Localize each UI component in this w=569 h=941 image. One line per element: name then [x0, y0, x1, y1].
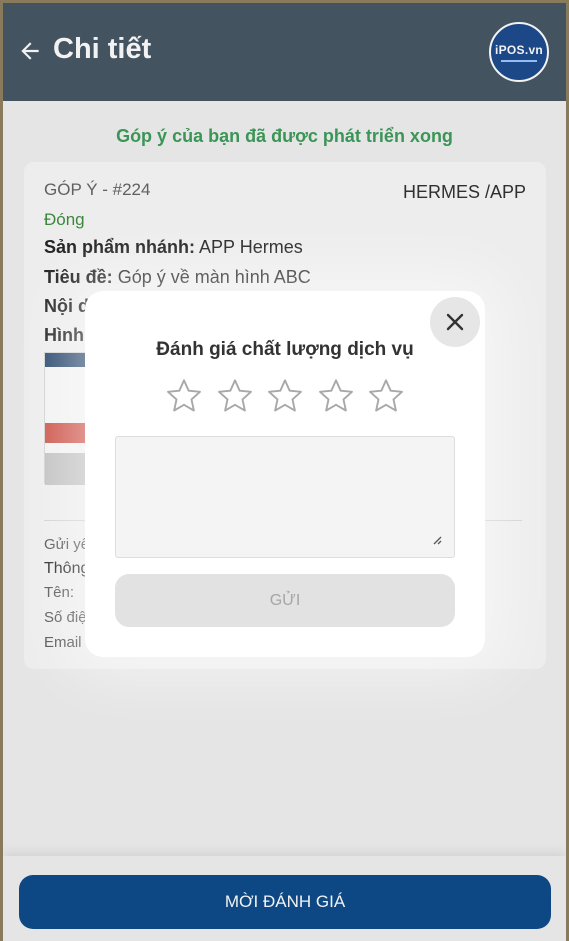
resize-handle-icon[interactable] — [430, 533, 442, 545]
close-icon — [443, 310, 467, 334]
comment-textarea[interactable] — [115, 436, 455, 558]
star-icon[interactable] — [165, 377, 203, 415]
star-rating — [165, 377, 405, 417]
star-icon[interactable] — [216, 377, 254, 415]
rating-dialog: Đánh giá chất lượng dịch vụ GỬI — [85, 291, 485, 657]
send-button[interactable]: GỬI — [115, 574, 455, 627]
star-icon[interactable] — [266, 377, 304, 415]
app-screen: Chi tiết iPOS.vn Góp ý của bạn đã được p… — [3, 3, 566, 941]
star-icon[interactable] — [317, 377, 355, 415]
star-icon[interactable] — [367, 377, 405, 415]
dialog-title: Đánh giá chất lượng dịch vụ — [156, 339, 414, 360]
